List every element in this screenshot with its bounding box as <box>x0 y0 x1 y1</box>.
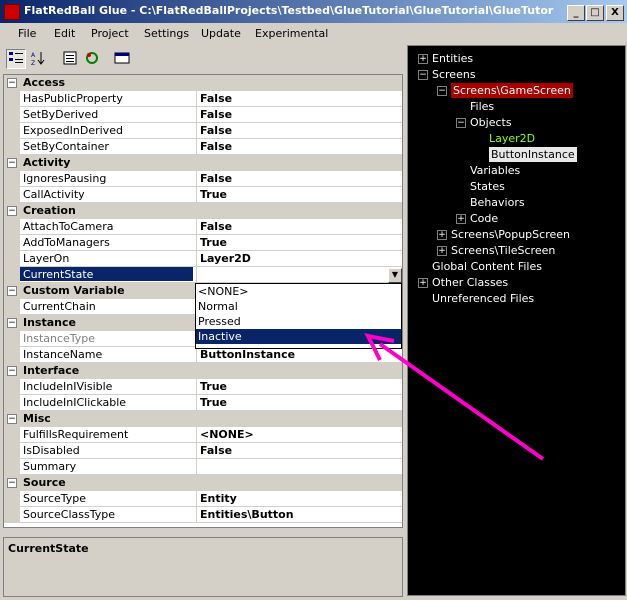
arrow-head <box>364 333 395 361</box>
arrow-shaft <box>378 342 545 461</box>
annotation-arrow <box>364 333 545 461</box>
